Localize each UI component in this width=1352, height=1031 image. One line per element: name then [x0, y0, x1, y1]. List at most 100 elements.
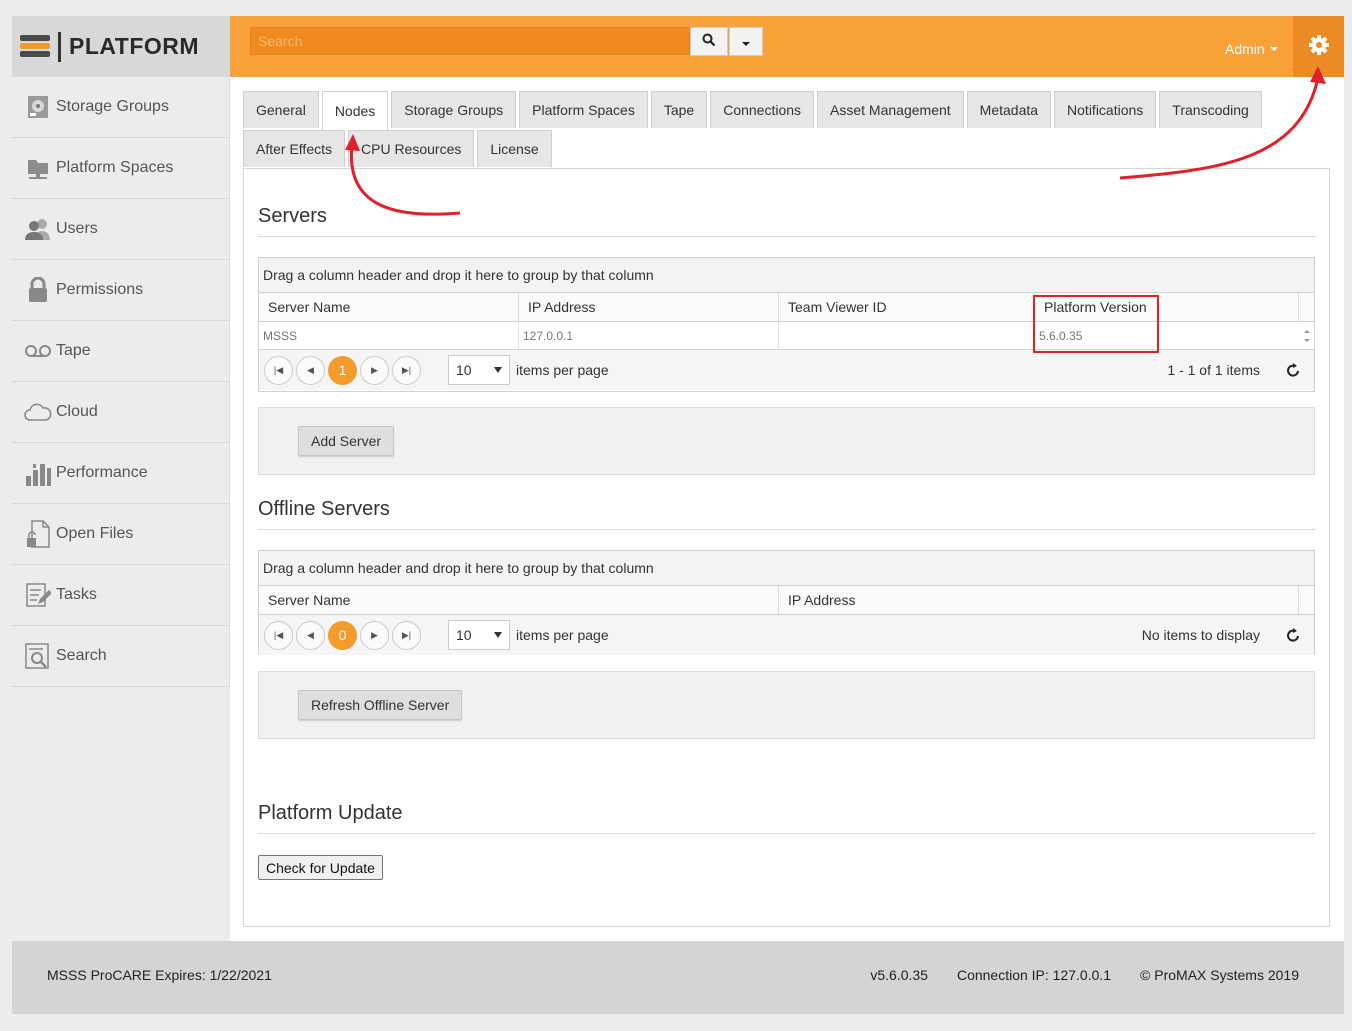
- sidebar-item-open-files[interactable]: Open Files: [12, 504, 229, 565]
- sidebar-item-label: Cloud: [56, 403, 98, 420]
- search-options-button[interactable]: [729, 27, 763, 56]
- prev-page-button[interactable]: ◀: [296, 620, 325, 650]
- tab-storage-groups[interactable]: Storage Groups: [391, 91, 517, 128]
- sidebar-item-tape[interactable]: Tape: [12, 321, 229, 382]
- servers-toolbar: Add Server: [258, 407, 1315, 475]
- first-page-button[interactable]: |◀: [264, 620, 293, 650]
- tab-connections[interactable]: Connections: [710, 91, 815, 128]
- next-page-button[interactable]: ▶: [360, 620, 389, 650]
- last-page-button[interactable]: ▶|: [392, 620, 421, 650]
- caret-down-icon: [494, 632, 502, 638]
- offline-servers-toolbar: Refresh Offline Server: [258, 671, 1315, 739]
- next-page-icon: ▶: [371, 364, 378, 375]
- tab-license[interactable]: License: [477, 130, 552, 167]
- group-drop-area[interactable]: Drag a column header and drop it here to…: [259, 258, 1314, 293]
- first-page-button[interactable]: |◀: [264, 355, 293, 385]
- refresh-icon[interactable]: [1284, 626, 1302, 644]
- tab-nodes[interactable]: Nodes: [321, 91, 389, 130]
- servers-pager: |◀ ◀ 1 ▶ ▶| 10 items per page 1 - 1 of 1…: [259, 350, 1314, 390]
- sidebar-item-label: Storage Groups: [56, 98, 169, 115]
- current-page[interactable]: 1: [328, 355, 357, 385]
- tape-icon: [24, 338, 52, 364]
- divider: [258, 236, 1316, 237]
- tab-notifications[interactable]: Notifications: [1054, 91, 1157, 128]
- open-file-icon: [24, 520, 52, 548]
- sidebar-item-platform-spaces[interactable]: Platform Spaces: [12, 138, 229, 199]
- platform-spaces-icon: [24, 155, 52, 181]
- sidebar-item-storage-groups[interactable]: Storage Groups: [12, 77, 229, 138]
- tab-tape[interactable]: Tape: [650, 91, 708, 128]
- tab-general[interactable]: General: [243, 91, 319, 128]
- tab-transcoding[interactable]: Transcoding: [1159, 91, 1262, 128]
- logo-separator: [58, 31, 61, 62]
- next-page-button[interactable]: ▶: [360, 355, 389, 385]
- servers-title: Servers: [258, 205, 327, 227]
- prev-page-icon: ◀: [307, 364, 314, 375]
- column-header-ip-address[interactable]: IP Address: [519, 293, 779, 321]
- top-bar: Admin: [230, 16, 1344, 77]
- caret-down-icon: [741, 34, 751, 50]
- tab-platform-spaces[interactable]: Platform Spaces: [519, 91, 648, 128]
- search-input[interactable]: [250, 27, 690, 55]
- column-header-team-viewer-id[interactable]: Team Viewer ID: [779, 293, 1035, 321]
- search-button[interactable]: [690, 27, 728, 56]
- cell-ip-address: 127.0.0.1: [519, 322, 779, 349]
- search-doc-icon: [24, 643, 52, 669]
- license-expiry: MSSS ProCARE Expires: 1/22/2021: [47, 967, 272, 983]
- current-page[interactable]: 0: [328, 620, 357, 650]
- sidebar-item-label: Performance: [56, 464, 148, 481]
- page-size-select[interactable]: 10: [448, 355, 510, 385]
- refresh-offline-server-button[interactable]: Refresh Offline Server: [298, 690, 463, 720]
- sidebar-item-cloud[interactable]: Cloud: [12, 382, 229, 443]
- sidebar-item-search[interactable]: Search: [12, 626, 229, 687]
- connection-ip: Connection IP: 127.0.0.1: [956, 967, 1112, 983]
- tabs-row-2: After Effects CPU Resources License: [243, 130, 555, 167]
- page-size-select[interactable]: 10: [448, 620, 510, 650]
- footer: MSSS ProCARE Expires: 1/22/2021 v5.6.0.3…: [12, 941, 1344, 1014]
- check-for-update-button[interactable]: Check for Update: [258, 855, 383, 880]
- prev-page-button[interactable]: ◀: [296, 355, 325, 385]
- pager-info: No items to display: [1141, 627, 1260, 643]
- tab-asset-management[interactable]: Asset Management: [817, 91, 964, 128]
- settings-button[interactable]: [1293, 16, 1344, 77]
- platform-logo-icon: [20, 33, 52, 61]
- version-text: v5.6.0.35: [870, 967, 928, 983]
- tab-metadata[interactable]: Metadata: [966, 91, 1052, 128]
- pager-info: 1 - 1 of 1 items: [1167, 362, 1260, 378]
- last-page-button[interactable]: ▶|: [392, 355, 421, 385]
- items-per-page-label: items per page: [516, 362, 609, 378]
- column-header-server-name[interactable]: Server Name: [259, 586, 779, 614]
- tab-after-effects[interactable]: After Effects: [243, 130, 345, 167]
- page-size-value: 10: [456, 627, 472, 643]
- offline-servers-pager: |◀ ◀ 0 ▶ ▶| 10 items per page No items t…: [259, 615, 1314, 655]
- gear-icon: [1308, 34, 1330, 59]
- users-icon: [24, 216, 52, 242]
- tabs-row-1: General Nodes Storage Groups Platform Sp…: [243, 91, 1265, 130]
- sidebar-item-label: Permissions: [56, 281, 144, 298]
- sidebar-item-performance[interactable]: Performance: [12, 443, 229, 504]
- group-drop-area[interactable]: Drag a column header and drop it here to…: [259, 551, 1314, 586]
- sidebar-item-tasks[interactable]: Tasks: [12, 565, 229, 626]
- column-header-ip-address[interactable]: IP Address: [779, 586, 1299, 614]
- tasks-icon: [24, 582, 52, 608]
- refresh-icon[interactable]: [1284, 361, 1302, 379]
- user-menu[interactable]: Admin: [1225, 41, 1278, 57]
- scrollbar[interactable]: [1299, 322, 1314, 349]
- column-header-server-name[interactable]: Server Name: [259, 293, 519, 321]
- offline-servers-title: Offline Servers: [258, 498, 390, 520]
- add-server-button[interactable]: Add Server: [298, 426, 395, 456]
- sidebar-item-permissions[interactable]: Permissions: [12, 260, 229, 321]
- tab-cpu-resources[interactable]: CPU Resources: [348, 130, 475, 167]
- first-page-icon: |◀: [273, 629, 284, 640]
- sidebar-item-label: Users: [56, 220, 98, 237]
- caret-down-icon: [1269, 47, 1278, 51]
- cell-server-name: MSSS: [259, 322, 519, 349]
- brand-name: PLATFORM: [69, 33, 200, 59]
- last-page-icon: ▶|: [401, 629, 412, 640]
- highlight-box: [1033, 295, 1159, 353]
- nodes-panel: Servers Drag a column header and drop it…: [243, 168, 1330, 927]
- bar-chart-icon: [24, 460, 52, 486]
- sidebar-item-label: Platform Spaces: [56, 159, 174, 176]
- sidebar-item-users[interactable]: Users: [12, 199, 229, 260]
- cloud-icon: [24, 399, 52, 425]
